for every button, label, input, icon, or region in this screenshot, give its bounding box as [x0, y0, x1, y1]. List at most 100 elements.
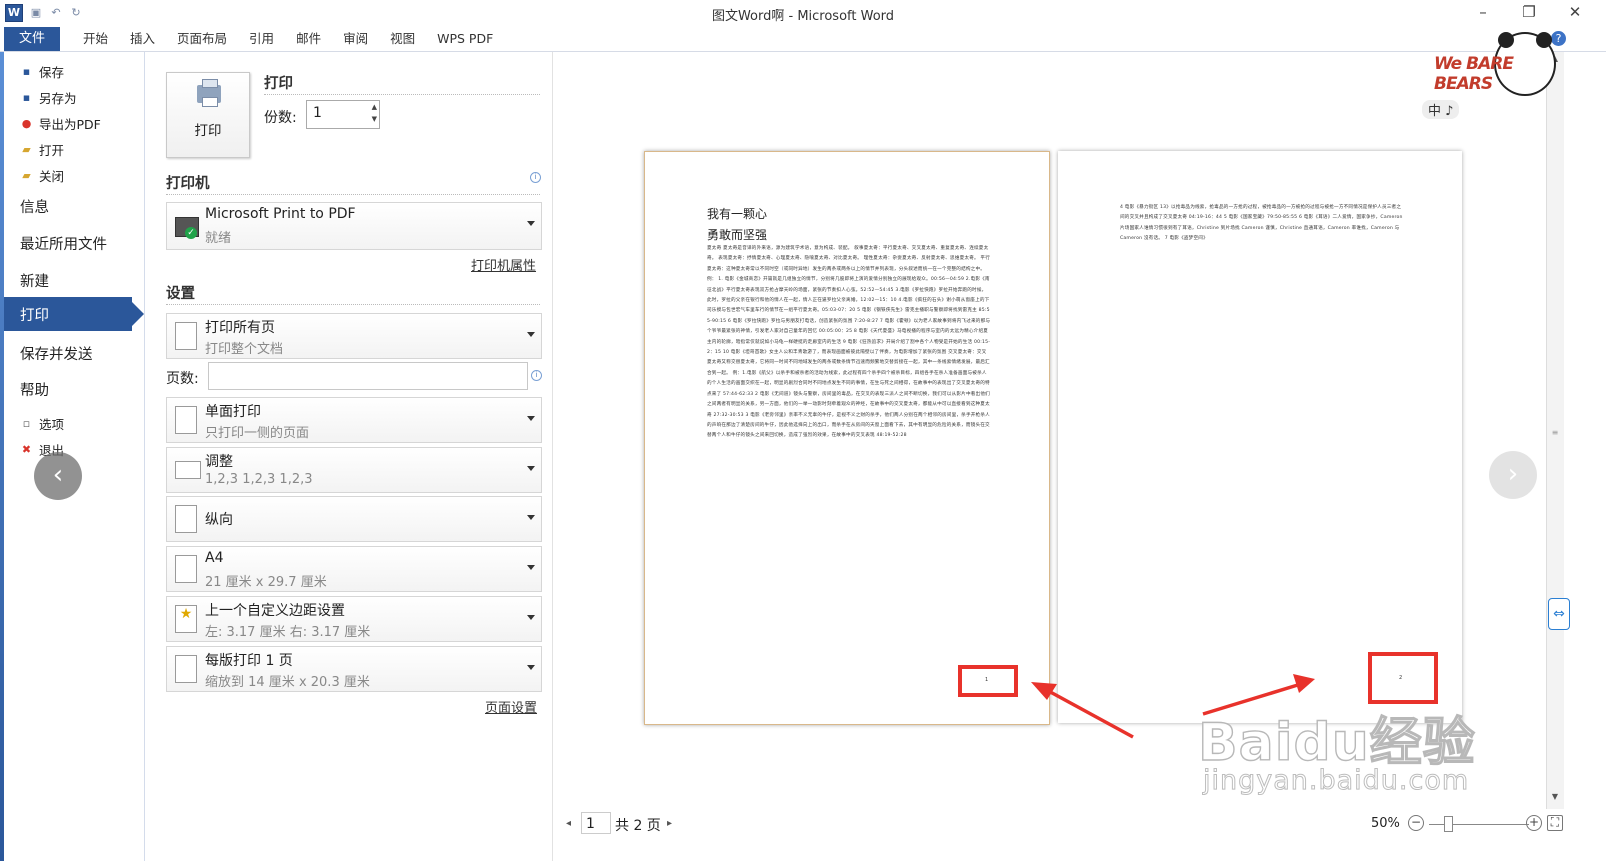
print-settings-panel: 打印 打印 份数: 1 ▲ ▼ 打印机 i ✓ Microsoft Print …	[146, 52, 553, 861]
pages-per-sheet-dropdown[interactable]: 每版打印 1 页 缩放到 14 厘米 x 20.3 厘米	[166, 646, 542, 692]
nav-save-as[interactable]: ▪ 另存为	[20, 88, 77, 107]
info-icon[interactable]: i	[530, 172, 541, 183]
prev-page-icon[interactable]: ◂	[566, 818, 571, 829]
paper-icon	[175, 555, 197, 583]
dropdown-arrow-icon	[527, 615, 535, 620]
nav-new[interactable]: 新建	[20, 270, 49, 291]
pdf-export-icon: ●	[21, 117, 32, 130]
preview-status-bar: ◂ 1 共 2 页 ▸ 50% − + ⛶	[553, 812, 1606, 840]
single-side-icon	[175, 406, 197, 434]
restore-icon[interactable]: ❐	[1506, 3, 1552, 21]
dropdown-arrow-icon	[527, 416, 535, 421]
tab-review[interactable]: 审阅	[332, 27, 379, 51]
page2-number-highlight	[1368, 652, 1438, 704]
nav-close[interactable]: ▰ 关闭	[20, 166, 64, 185]
print-range-dropdown[interactable]: 打印所有页 打印整个文档	[166, 313, 542, 359]
preview-scrollbar[interactable]: ▲ ≡ ▼	[1546, 52, 1564, 809]
nav-print[interactable]: 打印	[4, 297, 144, 331]
nav-recent[interactable]: 最近所用文件	[20, 233, 107, 254]
info-icon[interactable]: i	[531, 370, 542, 381]
tab-view[interactable]: 视图	[379, 27, 426, 51]
dropdown-arrow-icon	[527, 332, 535, 337]
dropdown-arrow-icon	[527, 221, 535, 226]
side-tool-icon[interactable]: ⇔	[1548, 598, 1570, 630]
exit-icon: ✖	[21, 443, 32, 456]
print-heading: 打印	[264, 76, 293, 92]
copies-spinner[interactable]: 1 ▲ ▼	[306, 100, 380, 129]
ready-check-icon: ✓	[185, 227, 197, 239]
current-page-input[interactable]: 1	[581, 812, 611, 834]
dropdown-arrow-icon	[527, 466, 535, 471]
paper-size-dropdown[interactable]: A4 21 厘米 x 29.7 厘米	[166, 546, 542, 592]
margins-star-icon: ★	[175, 605, 197, 633]
nav-info[interactable]: 信息	[20, 196, 49, 217]
sides-dropdown[interactable]: 单面打印 只打印一侧的页面	[166, 397, 542, 443]
save-as-icon: ▪	[22, 91, 31, 104]
scroll-down-icon[interactable]: ▼	[1549, 792, 1561, 804]
tab-mailings[interactable]: 邮件	[285, 27, 332, 51]
zoom-level[interactable]: 50%	[1371, 816, 1400, 831]
open-folder-icon: ▰	[22, 143, 31, 156]
close-icon[interactable]: ✕	[1552, 3, 1598, 21]
dropdown-arrow-icon	[527, 565, 535, 570]
scroll-grip-icon[interactable]: ≡	[1549, 428, 1561, 440]
collate-dropdown[interactable]: 调整 1,2,3 1,2,3 1,2,3	[166, 447, 542, 493]
printer-dropdown[interactable]: ✓ Microsoft Print to PDF 就绪	[166, 202, 542, 250]
baidu-watermark: Baidu经验	[1197, 712, 1476, 773]
zoom-slider-thumb[interactable]	[1444, 816, 1453, 832]
page-setup-link[interactable]: 页面设置	[485, 697, 537, 716]
page-scale-icon	[175, 655, 197, 683]
bear-sticker: We BARE BEARS 中 ♪	[1412, 32, 1562, 142]
nav-open[interactable]: ▰ 打开	[20, 140, 64, 159]
tab-references[interactable]: 引用	[238, 27, 285, 51]
copies-label: 份数:	[264, 110, 297, 126]
printer-icon	[197, 79, 221, 107]
nav-save[interactable]: ▪ 保存	[20, 62, 64, 81]
minimize-icon[interactable]: –	[1460, 3, 1506, 21]
window-title: 图文Word啊 - Microsoft Word	[711, 9, 895, 24]
page1-heading-2: 勇敢而坚强	[707, 228, 768, 242]
zoom-out-icon[interactable]: −	[1408, 815, 1424, 831]
options-icon: ▫	[22, 417, 31, 430]
tab-home[interactable]: 开始	[72, 27, 119, 51]
nav-help[interactable]: 帮助	[20, 379, 49, 400]
zoom-to-page-icon[interactable]: ⛶	[1547, 815, 1563, 831]
nav-options[interactable]: ▫ 选项	[20, 414, 64, 433]
print-button[interactable]: 打印	[166, 72, 250, 158]
document-icon	[175, 322, 197, 350]
title-bar: W ▣ ↶ ↻ 图文Word啊 - Microsoft Word – ❐ ✕	[0, 0, 1606, 27]
spin-down-icon[interactable]: ▼	[372, 115, 377, 123]
zoom-in-icon[interactable]: +	[1526, 815, 1542, 831]
tab-file[interactable]: 文件	[4, 27, 60, 51]
close-folder-icon: ▰	[22, 169, 31, 182]
next-page-overlay-button[interactable]: ›	[1489, 451, 1537, 499]
nav-save-send[interactable]: 保存并发送	[20, 343, 93, 364]
pages-label: 页数:	[166, 371, 199, 387]
printer-properties-link[interactable]: 打印机属性	[471, 255, 536, 274]
collate-icon	[175, 461, 201, 479]
preview-page-2: 4 电影《暴力街区 13》以抢毒品为线索，抢毒品的一方抢的过程，被抢毒品的一方被…	[1058, 151, 1462, 723]
save-icon: ▪	[22, 65, 31, 78]
spin-up-icon[interactable]: ▲	[372, 103, 377, 111]
sticker-brand: We BARE BEARS	[1434, 54, 1514, 94]
page2-body: 4 电影《暴力街区 13》以抢毒品为线索，抢毒品的一方抢的过程，被抢毒品的一方被…	[1120, 205, 1403, 242]
page1-heading-1: 我有一颗心	[707, 207, 768, 221]
nav-export-pdf[interactable]: ● 导出为PDF	[20, 114, 101, 133]
printer-section-title: 打印机	[166, 176, 210, 192]
tab-wps-pdf[interactable]: WPS PDF	[426, 27, 504, 51]
dropdown-arrow-icon	[527, 515, 535, 520]
page1-number-highlight	[958, 665, 1018, 697]
preview-page-1: 我有一颗心 勇敢而坚强 夏太奇 夏太奇是音译的外来语，源为建筑学术语，意为构成、…	[644, 151, 1050, 725]
orientation-dropdown[interactable]: 纵向	[166, 496, 542, 542]
page1-body: 夏太奇 夏太奇是音译的外来语，源为建筑学术语，意为构成、装配。 叙事夏太奇：平行…	[707, 246, 991, 439]
pages-input[interactable]	[208, 362, 528, 390]
previous-nav-overlay-button[interactable]: ‹	[34, 452, 82, 500]
baidu-watermark-url: jingyan.baidu.com	[1202, 765, 1470, 797]
window-controls: – ❐ ✕	[1460, 3, 1598, 21]
tab-page-layout[interactable]: 页面布局	[166, 27, 238, 51]
sticker-sub: 中 ♪	[1422, 100, 1460, 119]
margins-dropdown[interactable]: ★ 上一个自定义边距设置 左: 3.17 厘米 右: 3.17 厘米	[166, 596, 542, 642]
dropdown-arrow-icon	[527, 665, 535, 670]
next-page-icon[interactable]: ▸	[667, 818, 672, 829]
tab-insert[interactable]: 插入	[119, 27, 166, 51]
